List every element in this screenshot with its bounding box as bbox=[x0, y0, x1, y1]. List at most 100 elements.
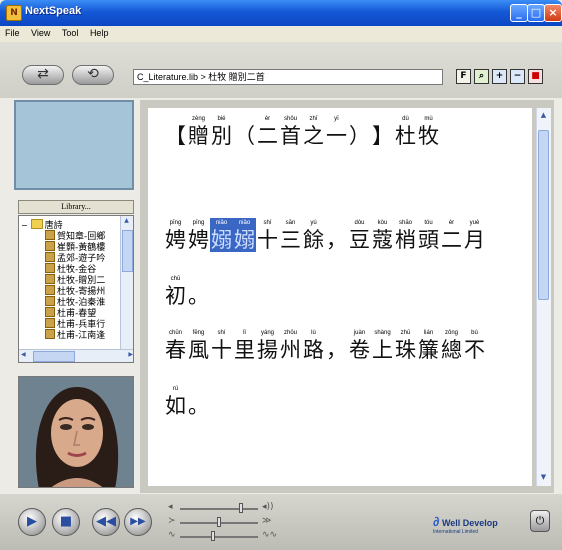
character[interactable]: yuè 月 bbox=[463, 218, 486, 252]
character[interactable]: èr 二 bbox=[256, 114, 279, 148]
color-icon[interactable]: ■ bbox=[528, 69, 543, 84]
character[interactable]: zhū 珠 bbox=[394, 328, 417, 362]
scroll-thumb[interactable] bbox=[122, 230, 133, 272]
character[interactable]: ， bbox=[325, 218, 348, 252]
character[interactable]: yī 一 bbox=[325, 114, 348, 148]
zoom-out-icon[interactable]: − bbox=[510, 69, 525, 84]
pinyin: chūn bbox=[168, 330, 182, 336]
character[interactable]: lǐ 里 bbox=[233, 328, 256, 362]
character[interactable]: bú 不 bbox=[463, 328, 486, 362]
library-tree[interactable]: − 唐詩 賀知章-回鄉 崔顥-黃鶴樓 孟郊-遊子吟 杜牧-金谷 杜牧-贈別二 杜… bbox=[18, 215, 134, 363]
character[interactable]: yú 餘 bbox=[302, 218, 325, 252]
tree-item[interactable]: 孟郊-遊子吟 bbox=[45, 252, 105, 264]
character[interactable]: èr 二 bbox=[440, 218, 463, 252]
character[interactable]: yáng 揚 bbox=[256, 328, 279, 362]
scroll-up-icon[interactable]: ▲ bbox=[538, 110, 549, 121]
character[interactable]: shàng 上 bbox=[371, 328, 394, 362]
character[interactable]: pīng 娉 bbox=[187, 218, 210, 252]
repeat-button[interactable]: ⟲ bbox=[72, 65, 114, 85]
character[interactable]: mù 牧 bbox=[417, 114, 440, 148]
tree-item[interactable]: 杜甫-江南逢 bbox=[45, 329, 105, 341]
scroll-right-icon[interactable]: ▶ bbox=[128, 351, 133, 358]
pinyin: bú bbox=[471, 330, 478, 336]
character[interactable]: 。 bbox=[187, 384, 210, 418]
forward-button[interactable]: ▶▶ bbox=[124, 508, 152, 536]
tree-horizontal-scrollbar[interactable]: ◀ ▶ bbox=[19, 349, 133, 362]
character[interactable]: zhī 之 bbox=[302, 114, 325, 148]
scroll-left-icon[interactable]: ◀ bbox=[21, 351, 26, 358]
character[interactable]: zǒng 總 bbox=[440, 328, 463, 362]
character[interactable]: zhōu 州 bbox=[279, 328, 302, 362]
character[interactable]: （ bbox=[233, 114, 256, 148]
volume-slider-knob[interactable] bbox=[238, 503, 243, 513]
minimize-button[interactable]: _ bbox=[510, 4, 528, 22]
scroll-up-icon[interactable]: ▲ bbox=[122, 217, 131, 226]
character[interactable]: shí 十 bbox=[256, 218, 279, 252]
find-icon[interactable]: ⌕ bbox=[474, 69, 489, 84]
library-button[interactable]: Library... bbox=[18, 200, 134, 214]
hanzi: 簾 bbox=[418, 338, 439, 362]
maximize-button[interactable]: □ bbox=[527, 4, 545, 22]
hanzi: 十 bbox=[211, 338, 232, 362]
character[interactable]: shí 十 bbox=[210, 328, 233, 362]
tree-item[interactable]: 杜甫-兵車行 bbox=[45, 318, 105, 330]
close-button[interactable]: × bbox=[544, 4, 562, 22]
volume-slider-track[interactable] bbox=[180, 508, 258, 510]
exit-button[interactable]: ⏻ bbox=[530, 510, 550, 532]
tree-item[interactable]: 杜牧-泊秦淮 bbox=[45, 296, 105, 308]
character[interactable]: 。 bbox=[187, 274, 210, 308]
scroll-down-icon[interactable]: ▼ bbox=[538, 472, 549, 483]
pitch-slider-track[interactable] bbox=[180, 536, 258, 538]
zoom-in-icon[interactable]: + bbox=[492, 69, 507, 84]
scroll-thumb[interactable] bbox=[538, 130, 549, 300]
tree-item[interactable]: 杜牧-贈別二 bbox=[45, 274, 105, 286]
tree-item[interactable]: 崔顥-黃鶴樓 bbox=[45, 241, 105, 253]
pitch-slider-knob[interactable] bbox=[210, 531, 215, 541]
tree-item[interactable]: 杜牧-金谷 bbox=[45, 263, 96, 275]
tree-item[interactable]: 賀知章-回鄉 bbox=[45, 230, 105, 242]
library-path-field[interactable]: C_Literature.lib > 杜牧 贈別二首 bbox=[133, 69, 443, 85]
pinyin: tóu bbox=[424, 220, 433, 226]
tree-item[interactable]: 杜牧-寄揚州 bbox=[45, 285, 105, 297]
scroll-thumb[interactable] bbox=[33, 351, 75, 362]
pitch-low-icon: ∿ bbox=[168, 530, 176, 540]
character[interactable]: chū 初 bbox=[164, 274, 187, 308]
character[interactable]: ， bbox=[325, 328, 348, 362]
character[interactable]: zèng 贈 bbox=[187, 114, 210, 148]
character[interactable]: shǒu 首 bbox=[279, 114, 302, 148]
character[interactable]: 】 bbox=[371, 114, 394, 148]
tree-item[interactable]: 杜甫-春望 bbox=[45, 307, 96, 319]
tree-vertical-scrollbar[interactable]: ▲ bbox=[120, 216, 133, 350]
play-button[interactable]: ▶ bbox=[18, 508, 46, 536]
character[interactable]: juàn 卷 bbox=[348, 328, 371, 362]
character[interactable]: dù 杜 bbox=[394, 114, 417, 148]
character[interactable]: bié 別 bbox=[210, 114, 233, 148]
stop-button[interactable]: ■ bbox=[52, 508, 80, 536]
character[interactable]: shāo 梢 bbox=[394, 218, 417, 252]
character[interactable]: chūn 春 bbox=[164, 328, 187, 362]
speed-slider-knob[interactable] bbox=[217, 517, 221, 527]
character[interactable]: lián 簾 bbox=[417, 328, 440, 362]
character[interactable]: sān 三 bbox=[279, 218, 302, 252]
character[interactable]: lù 路 bbox=[302, 328, 325, 362]
text-vertical-scrollbar[interactable]: ▲ ▼ bbox=[536, 108, 551, 486]
menu-help[interactable]: Help bbox=[85, 26, 113, 38]
font-button[interactable]: F bbox=[456, 69, 471, 84]
tree-root[interactable]: − 唐詩 bbox=[21, 219, 63, 231]
character[interactable]: fēng 風 bbox=[187, 328, 210, 362]
menu-tool[interactable]: Tool bbox=[57, 26, 83, 38]
character[interactable]: kòu 蔻 bbox=[371, 218, 394, 252]
character[interactable]: rú 如 bbox=[164, 384, 187, 418]
character[interactable]: 【 bbox=[164, 114, 187, 148]
highlighted-character[interactable]: niǎo 嫋 bbox=[210, 218, 233, 252]
menu-file[interactable]: File bbox=[0, 26, 24, 38]
character[interactable]: dòu 豆 bbox=[348, 218, 371, 252]
shuffle-button[interactable]: ⇄ bbox=[22, 65, 64, 85]
character[interactable]: pīng 娉 bbox=[164, 218, 187, 252]
highlighted-character[interactable]: niǎo 嫋 bbox=[233, 218, 256, 252]
character[interactable]: ） bbox=[348, 114, 371, 148]
rewind-button[interactable]: ◀◀ bbox=[92, 508, 120, 536]
character[interactable]: tóu 頭 bbox=[417, 218, 440, 252]
text-page[interactable]: 【 zèng 贈 bié 別（ èr 二 shǒu 首 zhī 之 yī 一）】 dù 杜 mù 牧 pīng 娉… bbox=[148, 108, 532, 486]
menu-view[interactable]: View bbox=[26, 26, 54, 38]
